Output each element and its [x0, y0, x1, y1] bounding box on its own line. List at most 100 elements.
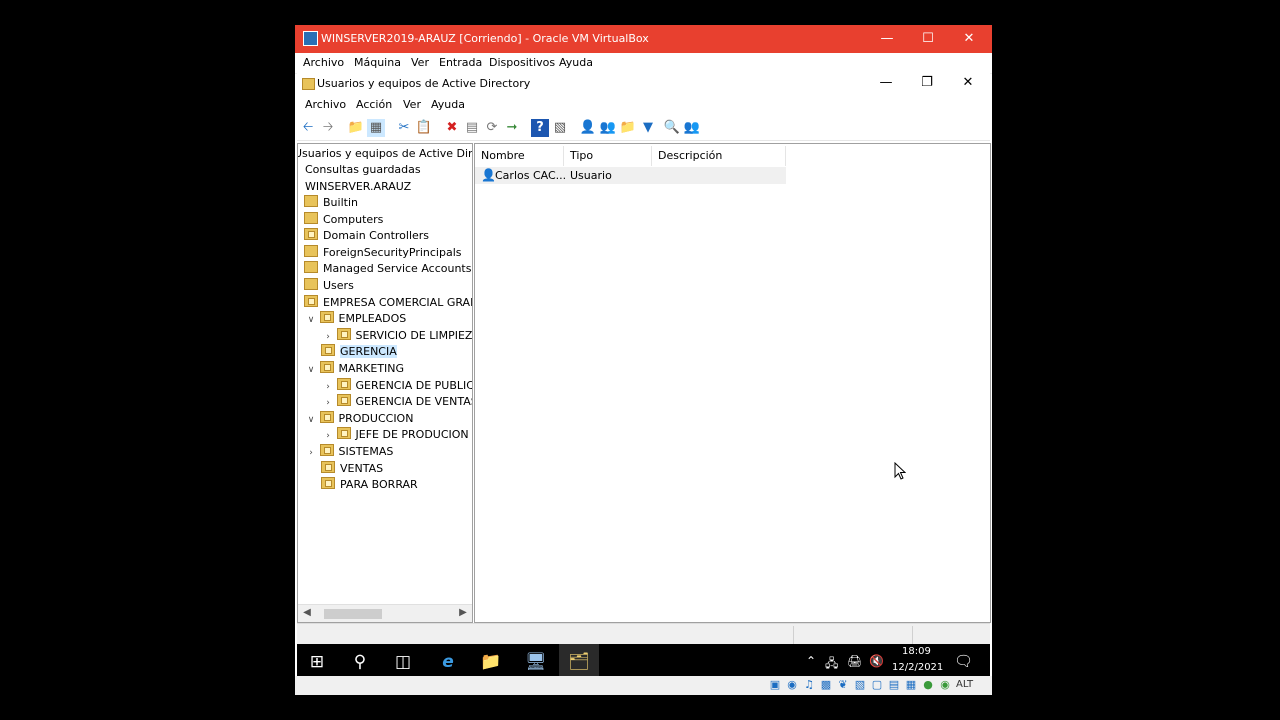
refresh-icon[interactable]: ⟳ [483, 119, 501, 137]
tree-item-servicio-limpieza[interactable]: › SERVICIO DE LIMPIEZA [323, 328, 472, 345]
filter-icon[interactable]: ▼ [639, 119, 657, 137]
tree-item-gerencia-ventas[interactable]: › GERENCIA DE VENTAS [323, 394, 472, 411]
tree-item-builtin[interactable]: Builtin [304, 195, 358, 211]
tree-item-produccion[interactable]: ∨ PRODUCCION [306, 411, 413, 427]
tree-item-domain-controllers[interactable]: Domain Controllers [304, 228, 429, 244]
tree-item-users[interactable]: Users [304, 278, 354, 294]
new-group-icon[interactable]: 👥 [599, 119, 617, 137]
tree-item-computers[interactable]: Computers [304, 212, 383, 228]
internet-explorer-icon[interactable]: e [428, 644, 468, 680]
tree-item-foreign-security[interactable]: ForeignSecurityPrincipals [304, 245, 462, 261]
properties-icon[interactable]: ▤ [463, 119, 481, 137]
tree-item-gerencia-publicidad[interactable]: › GERENCIA DE PUBLICIDA [323, 378, 472, 395]
find-icon[interactable]: 🔍 [663, 119, 681, 137]
vbox-menu-ayuda[interactable]: Ayuda [559, 56, 593, 69]
tree-item-ventas[interactable]: VENTAS [321, 461, 383, 477]
mouse-cursor [894, 462, 906, 480]
virtualbox-statusbar: ▣ ◉ ♫ ▩ ❦ ▧ ▢ ▤ ▦ ● ◉ ALT [295, 676, 992, 695]
paste-icon[interactable]: 📋 [415, 119, 433, 137]
host-key-label: ALT [956, 679, 974, 690]
tree-item-empresa[interactable]: EMPRESA COMERCIAL GRAN A [304, 295, 472, 311]
clock-time[interactable]: 18:09 [902, 646, 931, 657]
row-type: Usuario [570, 169, 612, 182]
tree-item-sistemas[interactable]: › SISTEMAS [306, 444, 393, 460]
minimize-button[interactable]: — [867, 29, 907, 49]
vbox-menu-maquina[interactable]: Máquina [354, 56, 401, 69]
file-explorer-icon[interactable]: 📁 [471, 644, 511, 680]
forward-icon[interactable]: 🡢 [319, 119, 337, 137]
network-icon[interactable]: 🖧 [825, 654, 838, 675]
new-user-icon[interactable]: 👤 [579, 119, 597, 137]
maximize-button[interactable]: ☐ [908, 29, 948, 49]
details-pane[interactable]: Nombre Tipo Descripción 👤 Carlos CAC... … [474, 143, 991, 623]
close-button[interactable]: ✕ [949, 29, 989, 49]
speaker-muted-icon[interactable]: 🔇 [869, 654, 884, 668]
video-capture-icon: ▤ [888, 678, 900, 691]
task-view-icon[interactable]: ◫ [383, 644, 423, 680]
aduc-menu-ver[interactable]: Ver [403, 98, 421, 111]
chevron-right-icon[interactable]: › [323, 395, 333, 411]
server-manager-icon[interactable]: 🖥 [516, 644, 556, 680]
vbox-menu-dispositivos[interactable]: Dispositivos [489, 56, 555, 69]
aduc-restore-button[interactable]: ❐ [907, 73, 947, 95]
vbox-menu-archivo[interactable]: Archivo [303, 56, 344, 69]
ou-folder-icon [336, 328, 351, 340]
folder-icon [304, 212, 318, 224]
up-folder-icon[interactable]: 📁 [347, 119, 365, 137]
clock-date[interactable]: 12/2/2021 [892, 662, 943, 673]
ou-folder-icon [336, 378, 351, 390]
scroll-thumb[interactable] [324, 609, 382, 619]
column-header-descripcion[interactable]: Descripción [652, 146, 786, 166]
ou-folder-icon [319, 311, 334, 323]
start-button[interactable]: ⊞ [297, 644, 337, 680]
chevron-down-icon[interactable]: ∨ [306, 412, 316, 428]
aduc-menu-accion[interactable]: Acción [356, 98, 392, 111]
tree-domain[interactable]: WINSERVER.ARAUZ [305, 179, 411, 195]
chevron-down-icon[interactable]: ∨ [306, 312, 316, 328]
tree-saved-queries[interactable]: Consultas guardadas [305, 162, 421, 178]
aduc-toolbar: 🡠 🡢 📁 ▦ ✂ 📋 ✖ ▤ ⟳ ➞ ? ▧ 👤 👥 📁 ▼ 🔍 👥 [297, 116, 990, 141]
column-header-nombre[interactable]: Nombre [475, 146, 564, 166]
tree-item-marketing[interactable]: ∨ MARKETING [306, 361, 404, 377]
scroll-right-icon[interactable]: ▶ [456, 606, 470, 620]
chevron-right-icon[interactable]: › [323, 379, 333, 395]
tree-root[interactable]: Usuarios y equipos de Active Directory [298, 146, 472, 162]
aduc-taskbar-icon[interactable]: 🗂 [559, 644, 599, 680]
tree-item-empleados[interactable]: ∨ EMPLEADOS [306, 311, 406, 327]
tree-item-jefe-produccion[interactable]: › JEFE DE PRODUCION [323, 427, 469, 443]
table-row[interactable]: 👤 Carlos CAC... Usuario [475, 167, 786, 184]
vbox-menu-entrada[interactable]: Entrada [439, 56, 482, 69]
column-header-tipo[interactable]: Tipo [564, 146, 652, 166]
aduc-menu-ayuda[interactable]: Ayuda [431, 98, 465, 111]
aduc-close-button[interactable]: ✕ [948, 73, 988, 95]
tree-item-managed-service[interactable]: Managed Service Accounts [304, 261, 471, 277]
aduc-minimize-button[interactable]: — [866, 73, 906, 95]
chevron-right-icon[interactable]: › [306, 445, 316, 461]
aduc-menu-archivo[interactable]: Archivo [305, 98, 346, 111]
user-icon: 👤 [481, 168, 496, 182]
tree-item-gerencia[interactable]: GERENCIA [321, 344, 397, 360]
export-icon[interactable]: ➞ [503, 119, 521, 137]
chevron-down-icon[interactable]: ∨ [306, 362, 316, 378]
network-error-icon[interactable]: 🖨 [847, 654, 862, 668]
mouse-integration-icon: ◉ [940, 678, 950, 691]
console-icon[interactable]: ▧ [551, 119, 569, 137]
back-icon[interactable]: 🡠 [299, 119, 317, 137]
tree-item-para-borrar[interactable]: PARA BORRAR [321, 477, 418, 493]
scroll-left-icon[interactable]: ◀ [300, 606, 314, 620]
vbox-menu-ver[interactable]: Ver [411, 56, 429, 69]
show-tree-icon[interactable]: ▦ [367, 119, 385, 137]
ou-folder-icon [304, 228, 318, 240]
delete-icon[interactable]: ✖ [443, 119, 461, 137]
chevron-up-icon[interactable]: ⌃ [806, 654, 816, 668]
new-ou-icon[interactable]: 📁 [619, 119, 637, 137]
tree-pane[interactable]: Usuarios y equipos de Active Directory C… [297, 143, 473, 623]
notifications-icon[interactable]: 🗨 [954, 652, 973, 670]
add-to-group-icon[interactable]: 👥 [683, 119, 701, 137]
cut-icon[interactable]: ✂ [395, 119, 413, 137]
help-icon[interactable]: ? [531, 119, 549, 137]
search-icon[interactable]: ⚲ [340, 644, 380, 680]
tree-horizontal-scrollbar[interactable]: ◀ ▶ [298, 604, 472, 622]
chevron-right-icon[interactable]: › [323, 329, 333, 345]
chevron-right-icon[interactable]: › [323, 428, 333, 444]
